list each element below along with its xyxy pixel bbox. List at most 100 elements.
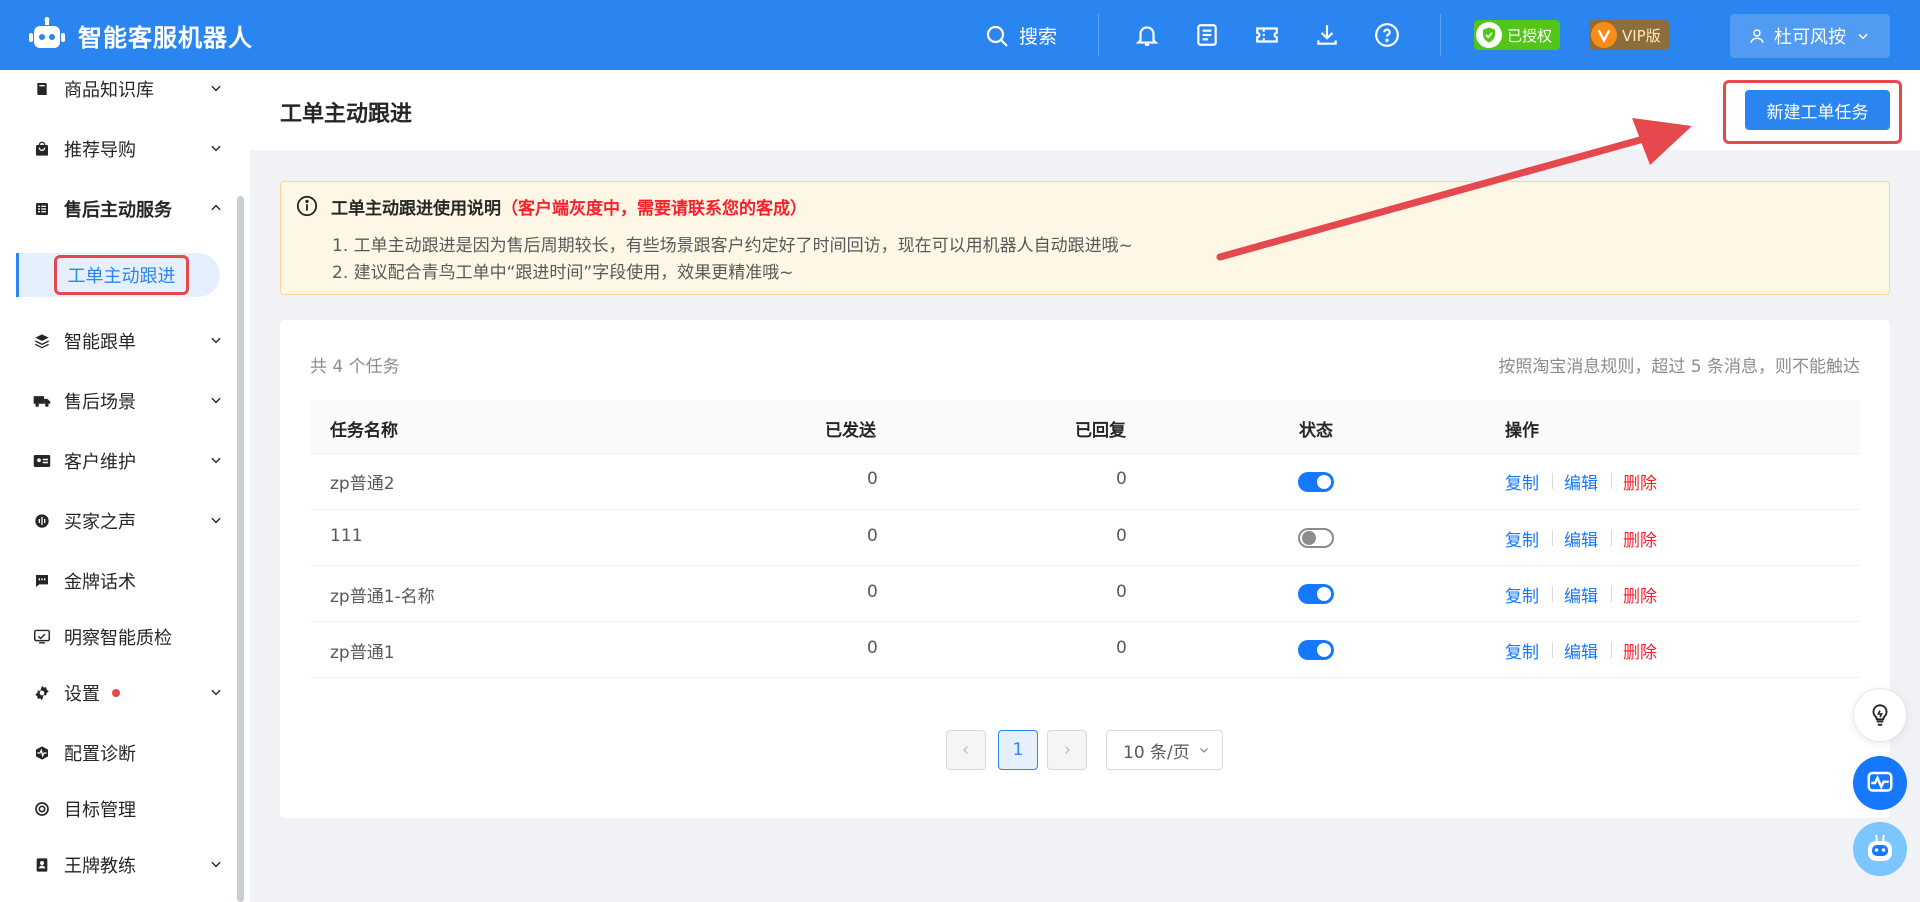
robot-icon <box>1868 834 1892 861</box>
sidebar-item-label: 配置诊断 <box>64 744 136 765</box>
page-size-select[interactable]: 10 条/页 <box>1106 730 1223 770</box>
status-toggle[interactable] <box>1298 528 1334 548</box>
tips-float-button[interactable] <box>1853 688 1907 742</box>
download-icon[interactable] <box>1314 22 1340 48</box>
header-divider <box>1098 14 1099 56</box>
chat-icon <box>32 571 52 591</box>
action-divider <box>1611 530 1612 546</box>
user-icon <box>1750 29 1764 43</box>
action-divider <box>1611 473 1612 489</box>
list-icon <box>32 199 52 219</box>
heartbeat-icon <box>32 743 52 763</box>
task-name: zp普通1-名称 <box>330 587 435 607</box>
column-header-name: 任务名称 <box>330 421 398 441</box>
replied-count: 0 <box>1116 582 1127 602</box>
sent-count: 0 <box>867 469 878 489</box>
notice-title-text: 工单主动跟进使用说明 <box>331 199 501 219</box>
notice-line-2: 2. 建议配合青鸟工单中“跟进时间”字段使用，效果更精准哦~ <box>332 263 794 283</box>
copy-button[interactable]: 复制 <box>1505 638 1539 663</box>
task-name: zp普通1 <box>330 643 395 663</box>
replied-count: 0 <box>1116 526 1127 546</box>
next-page-button[interactable] <box>1047 730 1087 770</box>
monitor-float-button[interactable] <box>1853 756 1907 810</box>
gear-icon <box>32 683 52 703</box>
delete-button[interactable]: 删除 <box>1623 638 1657 663</box>
status-toggle[interactable] <box>1298 472 1334 492</box>
sidebar-item-label: 智能跟单 <box>64 332 136 353</box>
truck-icon <box>32 391 52 411</box>
chevron-down-icon <box>211 337 221 344</box>
column-header-status: 状态 <box>1299 421 1333 441</box>
copy-button[interactable]: 复制 <box>1505 582 1539 607</box>
chevron-down-icon <box>211 457 221 464</box>
sidebar-item-aftersale-scene[interactable]: 售后场景 <box>0 379 237 423</box>
user-menu[interactable]: 杜可风按 <box>1730 14 1890 58</box>
chevron-down-icon <box>211 517 221 524</box>
sent-count: 0 <box>867 582 878 602</box>
sidebar-item-goal-management[interactable]: 目标管理 <box>0 787 237 831</box>
replied-count: 0 <box>1116 638 1127 658</box>
sidebar-item-config-diagnosis[interactable]: 配置诊断 <box>0 731 237 775</box>
edit-button[interactable]: 编辑 <box>1564 582 1598 607</box>
column-header-sent: 已发送 <box>825 421 876 441</box>
status-toggle[interactable] <box>1298 640 1334 660</box>
authorized-label: 已授权 <box>1507 26 1553 45</box>
column-header-actions: 操作 <box>1505 421 1539 441</box>
chevron-down-icon <box>1199 748 1208 753</box>
book-icon <box>32 79 52 99</box>
sidebar-item-gold-scripts[interactable]: 金牌话术 <box>0 559 237 603</box>
sidebar-item-smart-followup[interactable]: 智能跟单 <box>0 319 237 363</box>
notice-title: 工单主动跟进使用说明（客户端灰度中，需要请联系您的客成） <box>331 194 807 219</box>
sidebar-item-quality-check[interactable]: 明察智能质检 <box>0 615 237 659</box>
edit-button[interactable]: 编辑 <box>1564 526 1598 551</box>
header-divider <box>1440 14 1441 56</box>
sidebar-item-product-knowledge[interactable]: 商品知识库 <box>0 67 237 111</box>
delete-button[interactable]: 删除 <box>1623 526 1657 551</box>
message-rule-hint: 按照淘宝消息规则，超过 5 条消息，则不能触达 <box>1498 357 1860 377</box>
bell-icon[interactable] <box>1134 22 1160 48</box>
ticket-icon[interactable] <box>1254 22 1280 48</box>
delete-button[interactable]: 删除 <box>1623 582 1657 607</box>
sidebar-item-label: 推荐导购 <box>64 140 136 161</box>
prev-page-button[interactable] <box>946 730 986 770</box>
edit-button[interactable]: 编辑 <box>1564 469 1598 494</box>
search-button[interactable]: 搜索 <box>985 22 1057 49</box>
chevron-down-icon <box>211 397 221 404</box>
toggle-knob <box>1317 587 1331 601</box>
shield-check-icon <box>1476 22 1502 48</box>
delete-button[interactable]: 删除 <box>1623 469 1657 494</box>
authorized-badge[interactable]: 已授权 <box>1474 20 1561 50</box>
layers-icon <box>32 331 52 351</box>
action-divider <box>1611 642 1612 658</box>
page-number-button[interactable]: 1 <box>998 730 1038 770</box>
sidebar-scrollbar[interactable] <box>237 196 244 902</box>
app-title: 智能客服机器人 <box>78 23 253 52</box>
vip-badge[interactable]: VIP版 <box>1589 20 1669 50</box>
copy-button[interactable]: 复制 <box>1505 469 1539 494</box>
sidebar-item-aftersale-service[interactable]: 售后主动服务 <box>0 187 237 231</box>
sidebar-item-label: 目标管理 <box>64 800 136 821</box>
sidebar-item-settings[interactable]: 设置 <box>0 671 237 715</box>
copy-button[interactable]: 复制 <box>1505 526 1539 551</box>
shopping-bag-icon <box>32 139 52 159</box>
app-logo[interactable]: 智能客服机器人 <box>28 16 253 54</box>
sidebar-item-customer-care[interactable]: 客户维护 <box>0 439 237 483</box>
help-icon[interactable] <box>1374 22 1400 48</box>
search-icon <box>986 25 1008 47</box>
sidebar-item-recommend[interactable]: 推荐导购 <box>0 127 237 171</box>
chevron-down-icon <box>1858 33 1868 40</box>
toggle-knob <box>1317 475 1331 489</box>
chevron-up-icon <box>211 204 221 211</box>
edit-button[interactable]: 编辑 <box>1564 638 1598 663</box>
checklist-icon[interactable] <box>1194 22 1220 48</box>
sent-count: 0 <box>867 638 878 658</box>
status-toggle[interactable] <box>1298 584 1334 604</box>
sidebar-item-coach[interactable]: 王牌教练 <box>0 843 237 887</box>
robot-assistant-float-button[interactable] <box>1853 822 1907 876</box>
sidebar-item-label: 客户维护 <box>64 452 136 473</box>
new-ticket-task-button[interactable]: 新建工单任务 <box>1745 90 1890 130</box>
page-size-value: 10 条/页 <box>1123 742 1190 763</box>
sidebar-item-label: 设置 <box>64 684 100 705</box>
replied-count: 0 <box>1116 469 1127 489</box>
sidebar-item-buyer-voice[interactable]: 买家之声 <box>0 499 237 543</box>
